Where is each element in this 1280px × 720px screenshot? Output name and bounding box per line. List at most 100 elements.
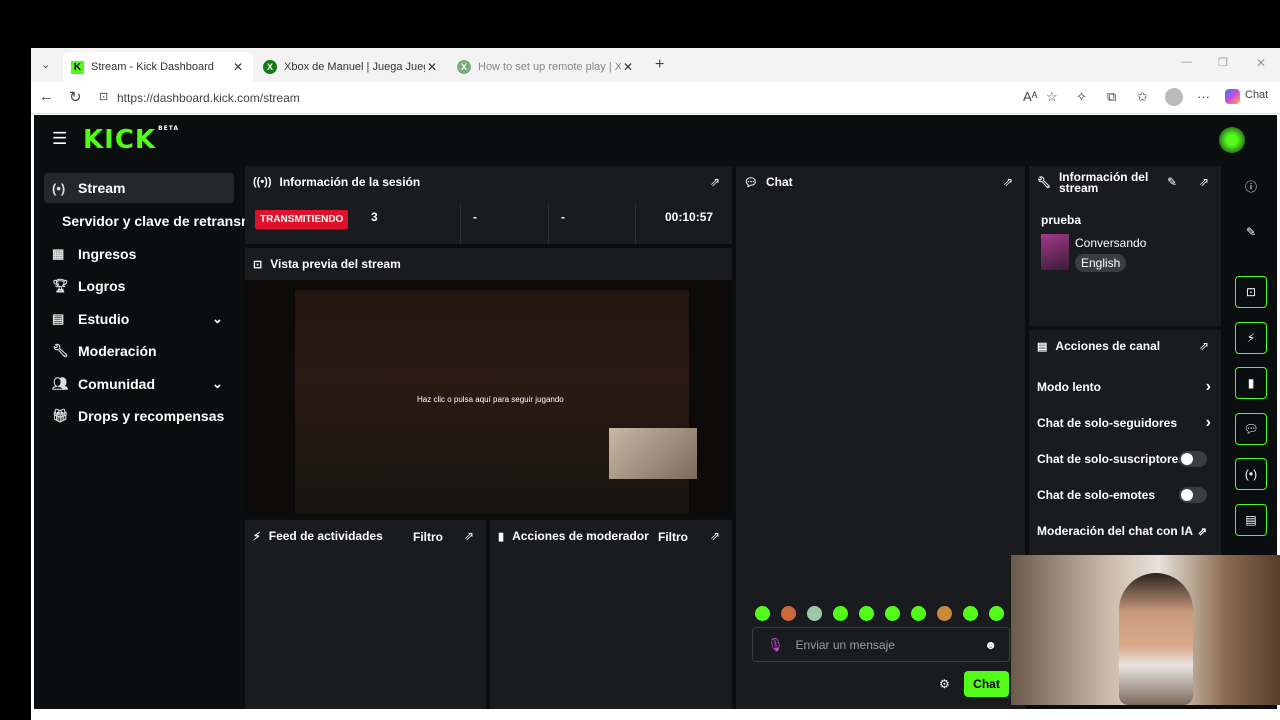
sidebar-label: Servidor y clave de retransm [62,213,249,229]
ai-moderation-item[interactable]: Moderación del chat con IA ⇗ [1037,518,1213,544]
edit-pencil-icon[interactable]: ✎ [1167,175,1177,189]
followers-only-item[interactable]: Chat de solo-seguidores › [1037,410,1213,436]
site-info-icon[interactable]: ⊡ [99,90,108,103]
sidebar-item-logros[interactable]: 🏆︎ Logros [44,271,234,301]
filter-button[interactable]: Filtro [413,530,443,544]
tab-remote-play[interactable]: X How to set up remote play | Xbox ✕ [449,52,643,82]
emote-icon[interactable] [755,606,770,621]
emote-icon[interactable] [833,606,848,621]
sidebar-item-moderacion[interactable]: 🔧︎ Moderación [44,336,234,366]
url-field[interactable]: ⊡ https://dashboard.kick.com/stream [93,86,1093,110]
hamburger-menu-icon[interactable]: ☰ [52,129,67,149]
user-avatar[interactable] [1219,127,1245,153]
slow-mode-item[interactable]: Modo lento › [1037,374,1213,400]
close-window-icon[interactable]: ✕ [1256,56,1266,70]
chat-bubble-icon: 💬︎ [744,176,758,189]
edit-pencil-icon[interactable]: ✎ [1235,216,1267,248]
viewer-count: 3 [371,210,378,224]
panel-header: ⚡︎ Feed de actividades [245,520,486,552]
maximize-icon[interactable]: ❐ [1218,56,1228,69]
close-icon[interactable]: ✕ [621,60,635,74]
channel-actions-icon[interactable]: ▤ [1235,504,1267,536]
popout-icon[interactable]: ⇗ [710,175,720,189]
read-aloud-icon[interactable]: Aᴬ [1023,89,1038,104]
split-screen-icon[interactable]: ⧉ [1107,89,1116,105]
popout-icon[interactable]: ⇗ [464,529,474,543]
chevron-right-icon: › [1205,378,1211,395]
broadcast-icon[interactable]: (•) [1235,458,1267,490]
tab-xbox[interactable]: X Xbox de Manuel | Juega Juego ren ✕ [255,52,447,82]
popout-icon[interactable]: ⇗ [1003,175,1013,189]
chat-settings-gear-icon[interactable]: ⚙ [939,677,950,691]
emote-icon[interactable] [859,606,874,621]
lightning-icon[interactable]: ⚡︎ [1235,322,1267,354]
popout-icon[interactable]: ⇗ [710,529,720,543]
url-text: https://dashboard.kick.com/stream [117,91,300,105]
emotes-only-toggle[interactable] [1179,487,1207,503]
sidebar-label: Estudio [78,311,130,327]
screen-capture-icon: ⊡ [253,258,263,271]
subs-only-toggle[interactable] [1179,451,1207,467]
emote-icon[interactable] [937,606,952,621]
item-label: Chat de solo-seguidores [1037,416,1178,430]
sidebar-label: Stream [78,180,126,196]
session-title: Información de la sesión [279,175,421,189]
info-icon[interactable]: ⓘ [1235,170,1267,202]
stream-info-panel: 🔧︎ Información del stream ✎ ⇗ prueba Conv… [1029,166,1221,326]
emote-icon[interactable] [911,606,926,621]
person-silhouette [1119,573,1193,705]
subs-only-item: Chat de solo-suscriptores [1037,446,1213,472]
sidebar-item-stream[interactable]: (•) Stream [44,173,234,203]
back-icon[interactable]: ← [39,88,54,105]
tab-list-chevron-icon[interactable]: ⌄ [41,58,50,71]
panel-header: ▤ Acciones de canal [1029,330,1221,362]
emote-icon[interactable] [781,606,796,621]
sidebar-item-server-key[interactable]: Servidor y clave de retransm [44,206,249,236]
minimize-icon[interactable]: — [1181,56,1192,68]
popout-icon[interactable]: ⇗ [1199,175,1209,189]
profile-avatar[interactable] [1165,88,1183,106]
popout-icon[interactable]: ⇗ [1199,339,1209,353]
sidebar-item-drops[interactable]: 🎁︎ Drops y recompensas [44,401,234,431]
chart-icon: ▦ [52,246,65,261]
external-link-icon: ⇗ [1197,525,1207,538]
divider [460,204,461,244]
chat-send-button[interactable]: Chat [964,671,1009,697]
close-icon[interactable]: ✕ [231,60,245,74]
panel-header: 🔧︎ Información del stream [1029,166,1221,200]
mod-actions-panel: ▮ Acciones de moderador Filtro ⇗ [490,520,732,709]
emoji-icon[interactable]: ☻ [984,638,997,652]
chat-bubble-icon[interactable]: 💬︎ [1235,413,1267,445]
screen-capture-icon[interactable]: ⊡ [1235,276,1267,308]
emote-icon[interactable] [807,606,822,621]
extensions-icon[interactable]: ✧ [1076,89,1087,105]
category-name: Conversando [1075,236,1147,250]
sidebar-item-estudio[interactable]: ▤ Estudio ⌄ [44,304,234,334]
emote-icon[interactable] [885,606,900,621]
kick-logo[interactable]: KICK BETA [83,125,179,155]
favorites-icon[interactable]: ✩ [1137,89,1148,105]
copilot-chat-label[interactable]: Chat [1245,89,1268,101]
chat-panel: 💬︎ Chat ⇗ 🎙︎ Enviar un mensaje ☻ ⚙ Chat [736,166,1025,709]
chat-input[interactable]: 🎙︎ Enviar un mensaje ☻ [752,627,1010,662]
document-icon[interactable]: ▮ [1235,367,1267,399]
emote-icon[interactable] [963,606,978,621]
video-area[interactable]: Haz clic o pulsa aquí para seguir jugand… [245,280,732,515]
filter-button[interactable]: Filtro [658,530,688,544]
copilot-icon[interactable] [1225,89,1240,104]
document-icon: ▮ [498,530,505,543]
mod-actions-title: Acciones de moderador [512,529,649,543]
microphone-icon[interactable]: 🎙︎ [767,637,784,653]
tab-stream[interactable]: K Stream - Kick Dashboard ✕ [63,52,253,82]
more-menu-icon[interactable]: ··· [1197,89,1210,104]
favorite-star-icon[interactable]: ☆ [1046,89,1058,105]
refresh-icon[interactable]: ↻ [69,88,82,106]
sidebar-item-ingresos[interactable]: ▦ Ingresos [44,239,234,269]
close-icon[interactable]: ✕ [425,60,439,74]
gift-icon: 🎁︎ [52,408,69,423]
new-tab-icon[interactable]: + [655,56,664,74]
emote-icon[interactable] [989,606,1004,621]
emotes-only-item: Chat de solo-emotes [1037,482,1213,508]
broadcast-icon: (•) [52,180,66,196]
sidebar-item-comunidad[interactable]: 👥︎ Comunidad ⌄ [44,369,234,399]
